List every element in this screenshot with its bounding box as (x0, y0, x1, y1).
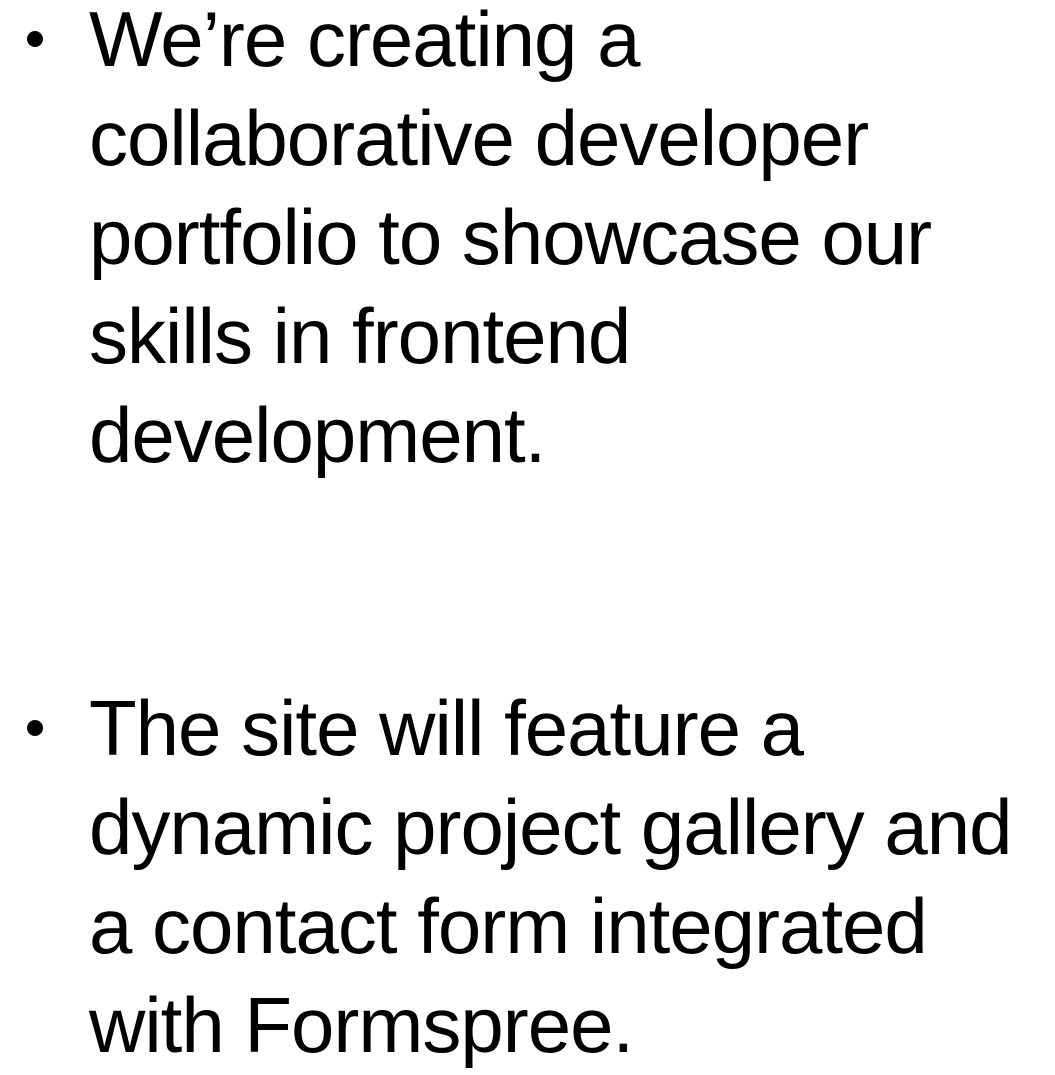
bullet-line: development. (89, 391, 546, 479)
bullet-line: The site will feature a (89, 684, 804, 772)
bullet-line: a contact form integrated (89, 882, 928, 970)
bullet-item-2: The site will feature a dynamic project … (0, 679, 1055, 1075)
bullet-item-1: We’re creating a collaborative developer… (0, 0, 1055, 485)
bullet-line: collaborative developer (89, 94, 869, 182)
bullet-line: with Formspree. (89, 981, 634, 1069)
bullet-line: portfolio to showcase our (89, 193, 932, 281)
bullet-dot-icon (27, 31, 43, 47)
slide: We’re creating a collaborative developer… (0, 0, 1055, 1069)
bullet-line: dynamic project gallery and (89, 783, 1012, 871)
bullet-dot-icon (27, 720, 43, 736)
bullet-list: We’re creating a collaborative developer… (0, 0, 1055, 1075)
bullet-line: We’re creating a (89, 0, 641, 83)
bullet-line: skills in frontend (89, 292, 631, 380)
